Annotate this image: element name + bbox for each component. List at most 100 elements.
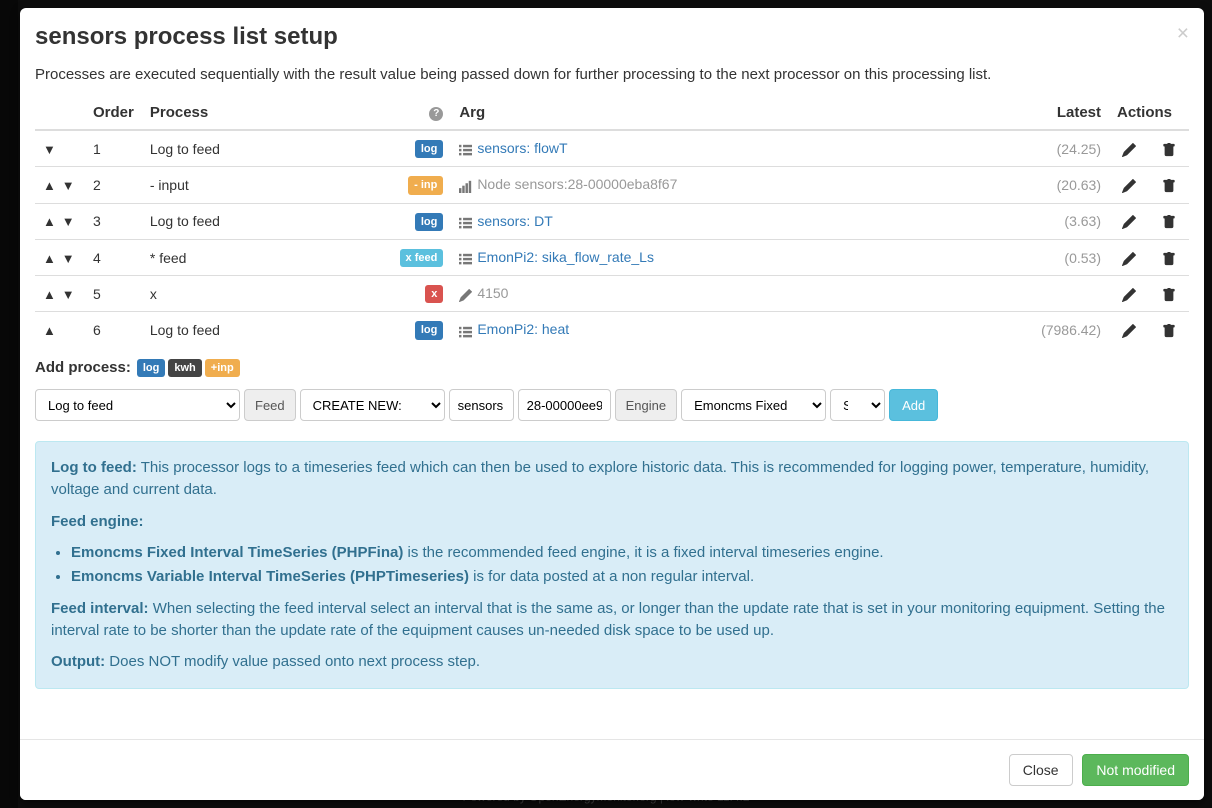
table-row: ▲ 6 Log to feed log EmonPi2: heat (7986.…	[35, 312, 1189, 348]
list-icon	[459, 144, 472, 157]
feed-name-input[interactable]	[518, 389, 611, 421]
edit-button[interactable]	[1122, 141, 1136, 157]
order-cell: 5	[85, 276, 142, 312]
delete-button[interactable]	[1162, 286, 1176, 302]
modal-footer: Close Not modified	[20, 739, 1204, 800]
move-down-icon[interactable]: ▼	[62, 214, 75, 229]
process-cell: Log to feed	[142, 312, 325, 348]
add-process-form: Log to feed Feed CREATE NEW: Engine Emon…	[35, 389, 1189, 421]
move-up-icon[interactable]: ▲	[43, 287, 56, 302]
add-button[interactable]: Add	[889, 389, 938, 421]
trash-icon	[1162, 179, 1176, 193]
pencil-icon	[1122, 324, 1136, 338]
info-logtofeed-text: This processor logs to a timeseries feed…	[51, 459, 1149, 498]
close-icon[interactable]: ×	[1177, 23, 1189, 44]
trash-icon	[1162, 143, 1176, 157]
modal-body: Processes are executed sequentially with…	[20, 66, 1204, 739]
feed-tag-input[interactable]	[449, 389, 514, 421]
order-cell: 1	[85, 130, 142, 167]
latest-cell: (3.63)	[948, 203, 1109, 239]
info-output-text: Does NOT modify value passed onto next p…	[105, 653, 480, 670]
move-up-icon[interactable]: ▲	[43, 251, 56, 266]
close-button[interactable]: Close	[1009, 754, 1073, 786]
help-icon[interactable]: ?	[429, 107, 443, 121]
process-table: Order Process ? Arg Latest Actions ▼ 1 L…	[35, 95, 1189, 348]
process-cell: Log to feed	[142, 203, 325, 239]
info-phptimeseries-label: Emoncms Variable Interval TimeSeries (PH…	[71, 568, 469, 585]
process-list-modal: sensors process list setup × Processes a…	[20, 8, 1204, 800]
intro-text: Processes are executed sequentially with…	[35, 66, 1189, 83]
list-icon	[459, 253, 472, 266]
arg-text: 4150	[477, 285, 508, 301]
preset-badge[interactable]: kwh	[168, 359, 201, 377]
process-badge: log	[415, 321, 444, 339]
edit-button[interactable]	[1122, 249, 1136, 265]
col-actions: Actions	[1109, 95, 1189, 130]
move-down-icon[interactable]: ▼	[62, 287, 75, 302]
arg-link[interactable]: EmonPi2: heat	[477, 321, 569, 337]
process-badge: - inp	[408, 176, 443, 194]
pencil-icon	[1122, 179, 1136, 193]
edit-button[interactable]	[1122, 213, 1136, 229]
latest-cell: (24.25)	[948, 130, 1109, 167]
col-latest: Latest	[948, 95, 1109, 130]
process-cell: - input	[142, 167, 325, 203]
interval-select[interactable]: Selec	[830, 389, 885, 421]
pencil-icon	[1122, 288, 1136, 302]
table-row: ▼ 1 Log to feed log sensors: flowT (24.2…	[35, 130, 1189, 167]
preset-badge[interactable]: +inp	[205, 359, 240, 377]
process-cell: x	[142, 276, 325, 312]
move-up-icon[interactable]: ▲	[43, 178, 56, 193]
process-badge: log	[415, 140, 444, 158]
info-feedengine-label: Feed engine:	[51, 513, 144, 530]
feed-select[interactable]: CREATE NEW:	[300, 389, 445, 421]
latest-cell	[948, 276, 1109, 312]
latest-cell: (0.53)	[948, 239, 1109, 275]
col-arrows	[35, 95, 85, 130]
not-modified-button[interactable]: Not modified	[1082, 754, 1189, 786]
trash-icon	[1162, 288, 1176, 302]
process-select[interactable]: Log to feed	[35, 389, 240, 421]
info-phpfina-text: is the recommended feed engine, it is a …	[403, 544, 883, 561]
pencil-icon	[1122, 252, 1136, 266]
info-logtofeed-label: Log to feed:	[51, 459, 137, 476]
process-badge: log	[415, 213, 444, 231]
edit-button[interactable]	[1122, 177, 1136, 193]
move-down-icon[interactable]: ▼	[62, 251, 75, 266]
delete-button[interactable]	[1162, 249, 1176, 265]
feed-label: Feed	[244, 389, 296, 421]
signal-icon	[459, 180, 472, 193]
info-output-label: Output:	[51, 653, 105, 670]
edit-value-icon	[459, 289, 472, 302]
process-cell: * feed	[142, 239, 325, 275]
order-cell: 6	[85, 312, 142, 348]
engine-select[interactable]: Emoncms Fixed Inte	[681, 389, 826, 421]
info-phptimeseries-text: is for data posted at a non regular inte…	[469, 568, 754, 585]
add-process-label-row: Add process: logkwh+inp	[35, 358, 1189, 377]
edit-button[interactable]	[1122, 322, 1136, 338]
move-up-icon[interactable]: ▲	[43, 323, 56, 338]
arg-link[interactable]: sensors: flowT	[477, 140, 567, 156]
col-order: Order	[85, 95, 142, 130]
edit-button[interactable]	[1122, 286, 1136, 302]
add-process-label: Add process:	[35, 359, 131, 376]
delete-button[interactable]	[1162, 213, 1176, 229]
modal-title: sensors process list setup	[35, 23, 1189, 51]
move-up-icon[interactable]: ▲	[43, 214, 56, 229]
delete-button[interactable]	[1162, 322, 1176, 338]
latest-cell: (7986.42)	[948, 312, 1109, 348]
move-down-icon[interactable]: ▼	[62, 178, 75, 193]
table-row: ▲ ▼ 2 - input - inp Node sensors:28-0000…	[35, 167, 1189, 203]
arg-link[interactable]: EmonPi2: sika_flow_rate_Ls	[477, 249, 654, 265]
move-down-icon[interactable]: ▼	[43, 142, 56, 157]
engine-label: Engine	[615, 389, 677, 421]
process-badge: x feed	[400, 249, 444, 267]
delete-button[interactable]	[1162, 177, 1176, 193]
arg-link[interactable]: sensors: DT	[477, 213, 552, 229]
preset-badge[interactable]: log	[137, 359, 166, 377]
modal-header: sensors process list setup ×	[20, 8, 1204, 66]
delete-button[interactable]	[1162, 141, 1176, 157]
arg-text: Node sensors:28-00000eba8f67	[477, 176, 677, 192]
info-phpfina-label: Emoncms Fixed Interval TimeSeries (PHPFi…	[71, 544, 403, 561]
info-feedinterval-text: When selecting the feed interval select …	[51, 600, 1165, 639]
